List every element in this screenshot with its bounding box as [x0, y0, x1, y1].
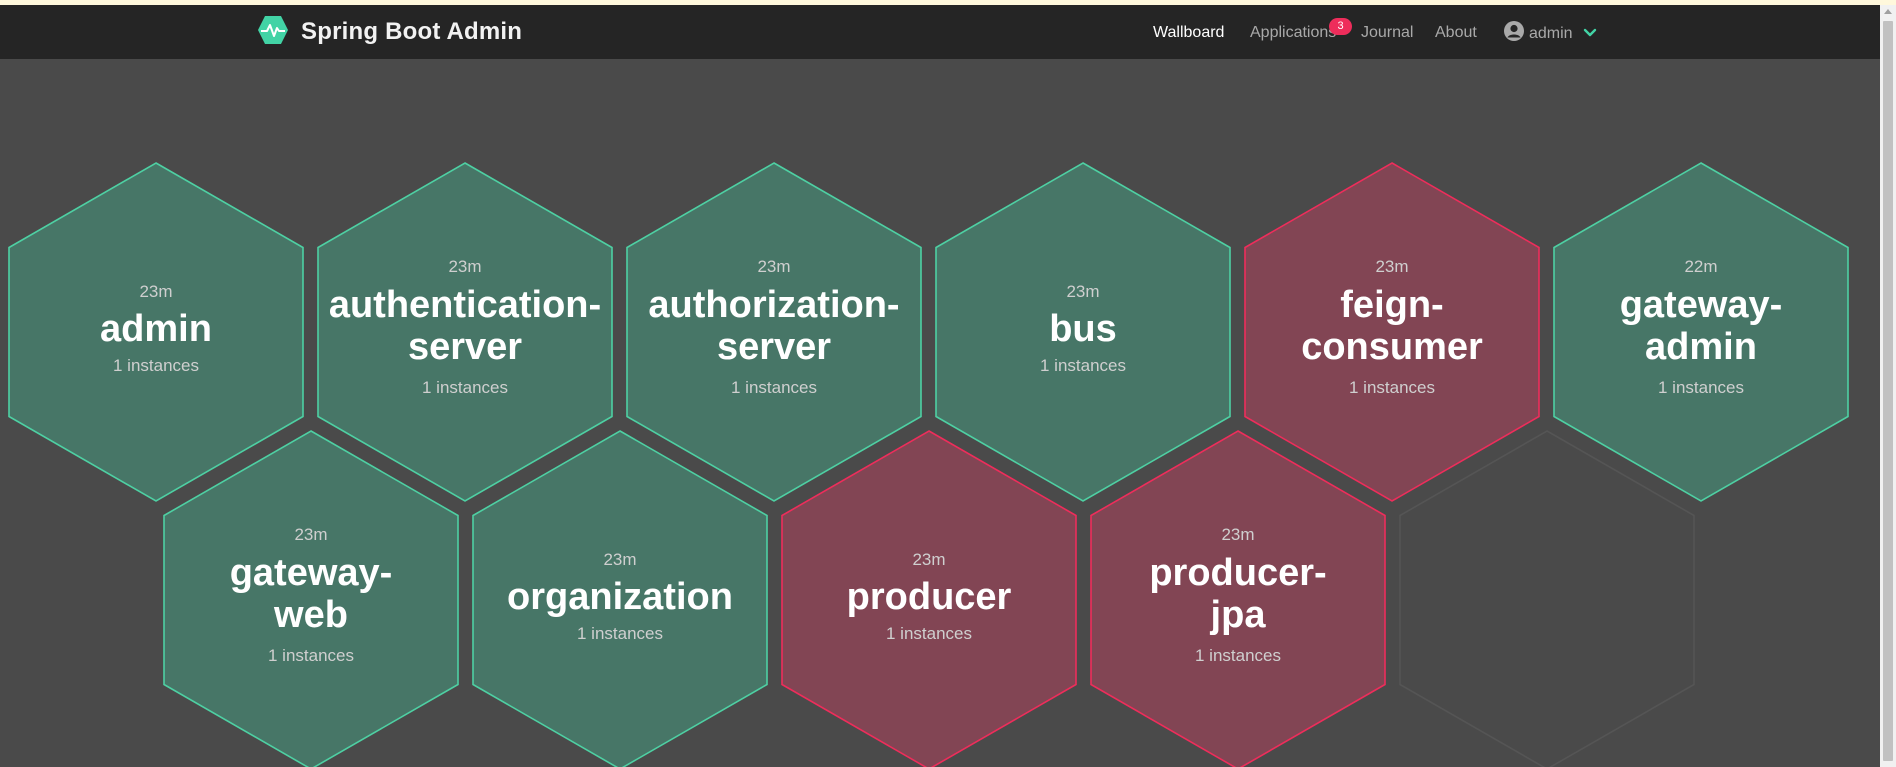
application-name: authorization- [648, 284, 899, 326]
application-hex-admin[interactable]: 23m admin 1 instances [8, 162, 304, 502]
application-name: gateway- [230, 552, 393, 594]
application-name: authentication- [329, 284, 601, 326]
application-hex-authentication-server[interactable]: 23m authentication-server 1 instances [317, 162, 613, 502]
application-hex-producer-jpa[interactable]: 23m producer-jpa 1 instances [1090, 430, 1386, 767]
wallboard-hex-grid: 23m admin 1 instances 23m authentication-ser… [8, 162, 1849, 767]
user-avatar-icon [1503, 20, 1525, 47]
uptime-label: 23m [912, 550, 945, 569]
user-menu[interactable]: admin [1503, 20, 1597, 47]
nav-wallboard[interactable]: Wallboard [1153, 24, 1224, 42]
application-hex-bus[interactable]: 23m bus 1 instances [935, 162, 1231, 502]
application-name: bus [1049, 308, 1117, 350]
instances-count: 1 instances [422, 378, 508, 397]
application-name: feign- [1340, 284, 1443, 326]
uptime-label: 23m [757, 257, 790, 276]
application-name: organization [507, 576, 733, 618]
top-navbar: Spring Boot Admin Wallboard Applications… [0, 5, 1880, 59]
nav-applications[interactable]: Applications [1250, 24, 1336, 42]
application-name: producer [847, 576, 1012, 618]
application-hex-gateway-web[interactable]: 23m gateway-web 1 instances [163, 430, 459, 767]
uptime-label: 23m [603, 550, 636, 569]
application-name: gateway- [1620, 284, 1783, 326]
instances-count: 1 instances [731, 378, 817, 397]
instances-count: 1 instances [886, 624, 972, 643]
scroll-thumb[interactable] [1883, 21, 1893, 761]
uptime-label: 23m [1066, 282, 1099, 301]
empty-hex-slot [1399, 430, 1695, 767]
application-hex-organization[interactable]: 23m organization 1 instances [472, 430, 768, 767]
uptime-label: 23m [1375, 257, 1408, 276]
application-hex-producer[interactable]: 23m producer 1 instances [781, 430, 1077, 767]
application-hex-authorization-server[interactable]: 23m authorization-server 1 instances [626, 162, 922, 502]
uptime-label: 23m [294, 525, 327, 544]
instances-count: 1 instances [1195, 646, 1281, 665]
scroll-up-arrow-icon[interactable] [1884, 9, 1892, 14]
application-name: server [408, 326, 522, 368]
hex-shape [1399, 430, 1695, 767]
application-name: admin [1645, 326, 1757, 368]
uptime-label: 22m [1684, 257, 1717, 276]
app-title: Spring Boot Admin [301, 18, 523, 45]
applications-count-badge: 3 [1329, 18, 1352, 35]
chevron-down-icon [1583, 25, 1597, 43]
application-name: jpa [1210, 594, 1267, 636]
instances-count: 1 instances [1658, 378, 1744, 397]
nav-about[interactable]: About [1435, 24, 1477, 42]
brand[interactable]: Spring Boot Admin [257, 15, 523, 50]
uptime-label: 23m [139, 282, 172, 301]
page-scrollbar[interactable] [1880, 5, 1896, 767]
application-name: admin [100, 308, 212, 350]
uptime-label: 23m [448, 257, 481, 276]
application-name: server [717, 326, 831, 368]
application-hex-feign-consumer[interactable]: 23m feign-consumer 1 instances [1244, 162, 1540, 502]
instances-count: 1 instances [268, 646, 354, 665]
application-name: web [273, 594, 348, 636]
pulse-logo-icon [257, 15, 289, 50]
application-name: producer- [1149, 552, 1326, 594]
instances-count: 1 instances [1349, 378, 1435, 397]
instances-count: 1 instances [113, 356, 199, 375]
instances-count: 1 instances [577, 624, 663, 643]
uptime-label: 23m [1221, 525, 1254, 544]
user-name: admin [1529, 24, 1573, 42]
instances-count: 1 instances [1040, 356, 1126, 375]
application-name: consumer [1301, 326, 1483, 368]
nav-journal[interactable]: Journal [1361, 24, 1413, 42]
application-hex-gateway-admin[interactable]: 22m gateway-admin 1 instances [1553, 162, 1849, 502]
